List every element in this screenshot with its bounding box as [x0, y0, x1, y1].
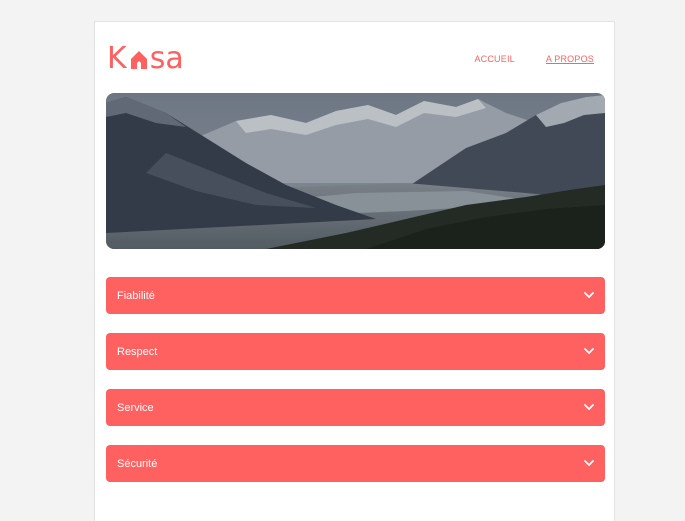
header: K sa ACCUEIL A PROPOS — [95, 22, 614, 92]
collapse-label: Sécurité — [117, 457, 158, 470]
logo-wordmark: K sa — [107, 42, 184, 76]
collapse-label: Service — [117, 401, 154, 414]
collapse-label: Respect — [117, 345, 158, 358]
logo-letters-sa: sa — [149, 41, 184, 76]
nav-link-a-propos[interactable]: A PROPOS — [546, 54, 594, 64]
chevron-down-icon[interactable] — [583, 402, 595, 414]
page-container: K sa ACCUEIL A PROPOS Fiabilité Respect … — [94, 21, 615, 521]
nav-link-accueil[interactable]: ACCUEIL — [474, 54, 514, 64]
banner-image — [106, 93, 605, 249]
collapse-label: Fiabilité — [117, 289, 155, 302]
chevron-down-icon[interactable] — [583, 458, 595, 470]
collapse-securite[interactable]: Sécurité — [106, 445, 605, 482]
logo-letter-k: K — [107, 41, 127, 76]
chevron-down-icon[interactable] — [583, 346, 595, 358]
main-nav: ACCUEIL A PROPOS — [474, 54, 594, 64]
mountain-landscape-image — [106, 93, 605, 249]
house-icon — [130, 51, 147, 69]
kasa-logo[interactable]: K sa — [107, 36, 184, 76]
chevron-down-icon[interactable] — [583, 290, 595, 302]
collapse-fiabilite[interactable]: Fiabilité — [106, 277, 605, 314]
collapse-service[interactable]: Service — [106, 389, 605, 426]
collapse-respect[interactable]: Respect — [106, 333, 605, 370]
